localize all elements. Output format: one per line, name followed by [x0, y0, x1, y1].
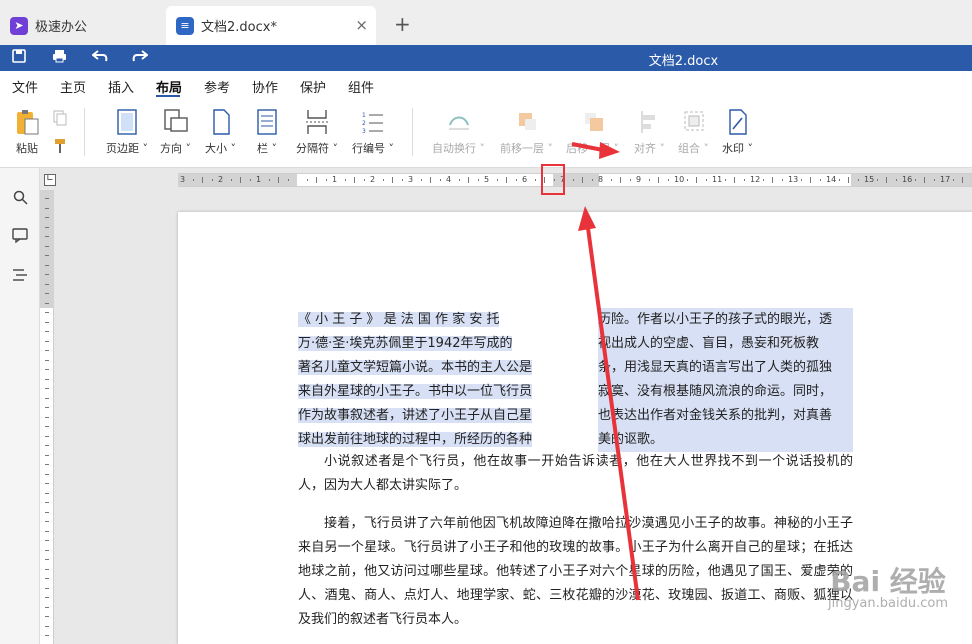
baidu-watermark: Bai 经验 jingyan.baidu.com — [828, 565, 948, 611]
annotation-arrows — [571, 142, 640, 601]
